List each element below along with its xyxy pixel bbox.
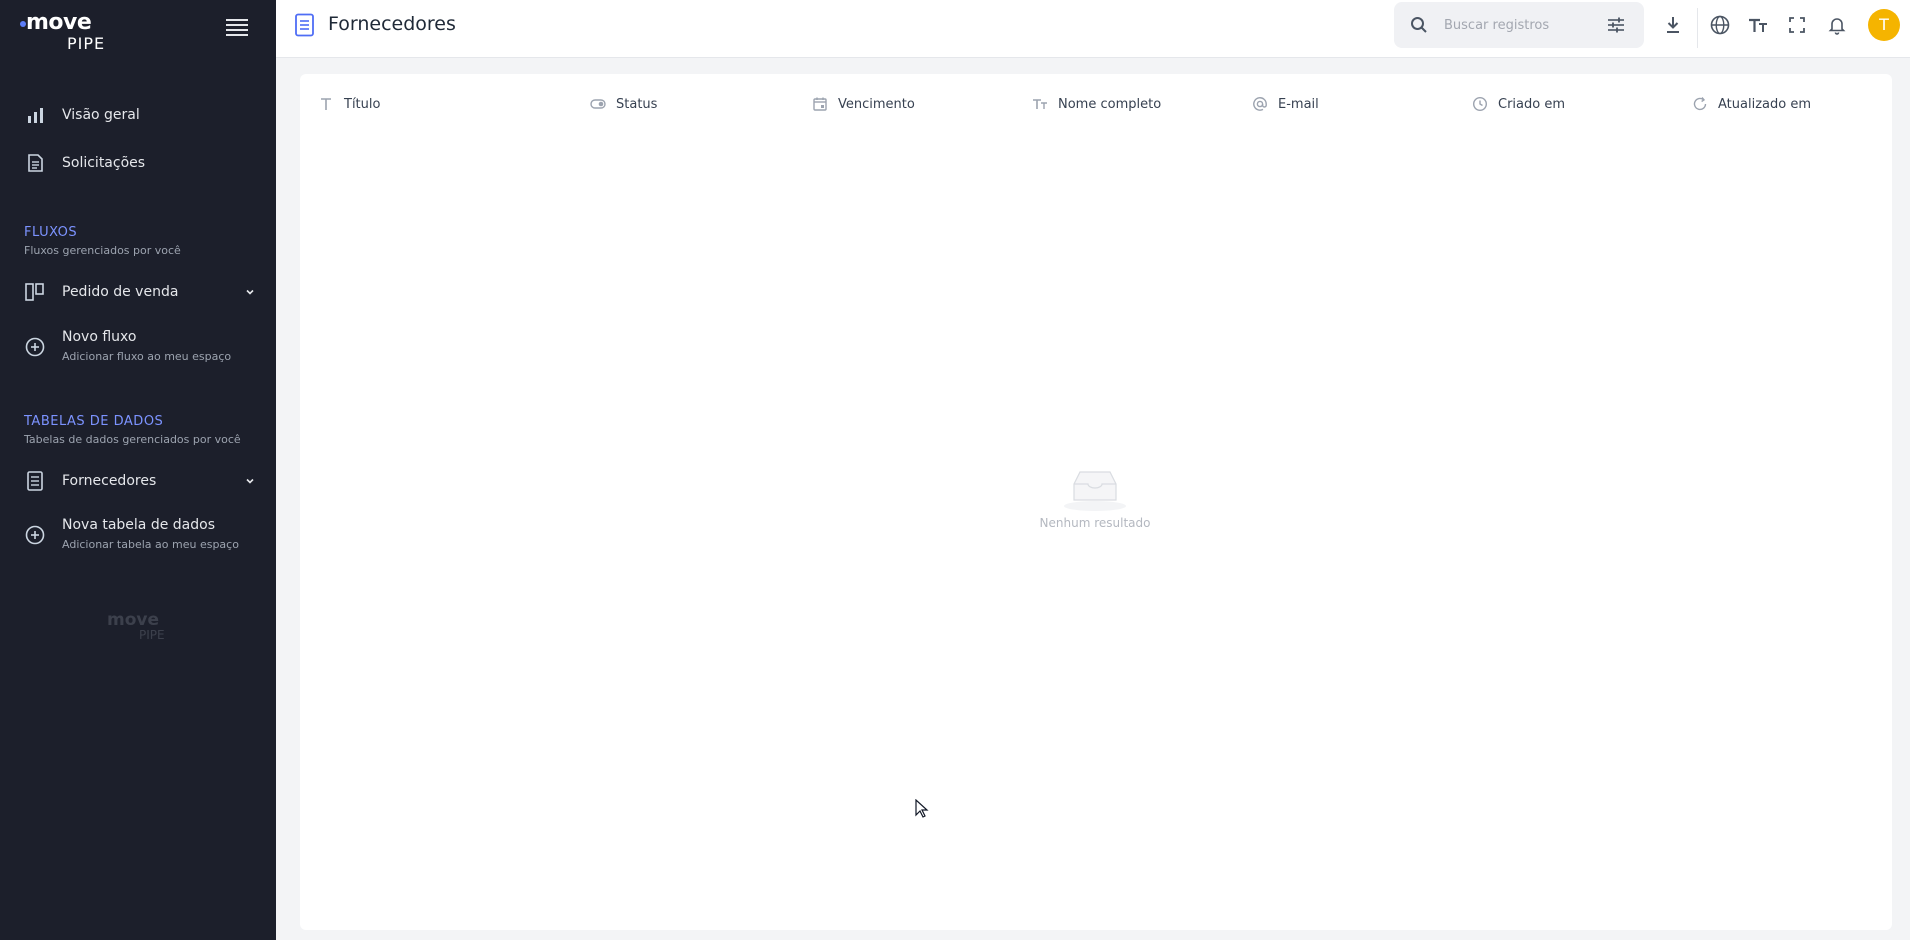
- column-label: E-mail: [1278, 96, 1319, 112]
- column-label: Status: [616, 96, 658, 112]
- page-title: Fornecedores: [328, 13, 456, 35]
- sidebar-item-sublabel: Adicionar tabela ao meu espaço: [62, 538, 239, 551]
- add-circle-icon: [25, 525, 45, 545]
- sidebar-item-label: Visão geral: [62, 107, 140, 123]
- sidebar-item-label: Nova tabela de dados: [62, 517, 216, 533]
- bar-chart-icon: [28, 108, 43, 123]
- column-header-titulo[interactable]: Título: [318, 92, 380, 116]
- sidebar-item-label: Novo fluxo: [62, 329, 137, 345]
- kanban-icon: [25, 283, 44, 301]
- refresh-icon: [1693, 97, 1707, 111]
- column-header-nome-completo[interactable]: Nome completo: [1032, 92, 1161, 116]
- brand-logo[interactable]: move PIPE: [20, 10, 110, 53]
- empty-state-text: Nenhum resultado: [1039, 516, 1151, 530]
- sidebar-item-nova-tabela[interactable]: Nova tabela de dados Adicionar tabela ao…: [0, 512, 276, 558]
- sidebar-item-label: Solicitações: [62, 155, 146, 171]
- footer-brand-logo: move PIPE: [103, 610, 173, 642]
- sidebar-item-fornecedores[interactable]: Fornecedores: [0, 459, 276, 503]
- list-document-icon: [27, 471, 43, 491]
- main-content: Fornecedores Buscar registros T Título S…: [276, 0, 1910, 940]
- column-label: Nome completo: [1058, 96, 1162, 112]
- column-label: Vencimento: [838, 96, 915, 112]
- menu-toggle-button[interactable]: [226, 19, 248, 39]
- column-header-vencimento[interactable]: Vencimento: [812, 92, 915, 116]
- sidebar-item-novo-fluxo[interactable]: Novo fluxo Adicionar fluxo ao meu espaço: [0, 324, 276, 370]
- add-circle-icon: [25, 337, 45, 357]
- at-icon: [1253, 97, 1267, 111]
- column-label: Criado em: [1498, 96, 1565, 112]
- sidebar-item-visao-geral[interactable]: Visão geral: [0, 93, 276, 137]
- section-title-fluxos: FLUXOS: [24, 225, 78, 240]
- column-header-status[interactable]: Status: [590, 92, 657, 116]
- column-header-criado-em[interactable]: Criado em: [1472, 92, 1565, 116]
- search-icon: [1411, 17, 1427, 33]
- logo-text-move: move: [26, 10, 92, 35]
- footer-logo-text-move: move: [107, 610, 160, 630]
- toolbar-divider: [1697, 8, 1698, 48]
- empty-inbox-icon: [1064, 471, 1126, 511]
- records-table: Título Status Vencimento Nome completo E…: [300, 74, 1892, 930]
- bell-icon[interactable]: [1826, 14, 1848, 36]
- sidebar-item-label: Pedido de venda: [62, 284, 179, 300]
- sidebar-item-label: Fornecedores: [62, 473, 157, 489]
- text-size-icon: [1033, 99, 1047, 109]
- download-icon[interactable]: [1662, 14, 1684, 36]
- sidebar-item-pedido-de-venda[interactable]: Pedido de venda: [0, 270, 276, 314]
- column-label: Título: [344, 96, 381, 112]
- sidebar: move PIPE Visão geral Solicitações FLUXO…: [0, 0, 276, 940]
- column-label: Atualizado em: [1718, 96, 1811, 112]
- section-title-tabelas: TABELAS DE DADOS: [24, 414, 164, 429]
- globe-icon[interactable]: [1709, 14, 1731, 36]
- logo-text-pipe: PIPE: [67, 34, 106, 53]
- calendar-icon: [813, 97, 827, 111]
- user-avatar[interactable]: T: [1868, 9, 1900, 41]
- toggle-icon: [590, 99, 606, 109]
- text-icon: [321, 98, 331, 110]
- footer-logo-text-pipe: PIPE: [139, 628, 165, 642]
- clock-icon: [1472, 96, 1488, 112]
- chevron-down-icon[interactable]: [244, 475, 256, 487]
- chevron-down-icon[interactable]: [244, 286, 256, 298]
- search-input[interactable]: [1444, 14, 1594, 36]
- sidebar-item-solicitacoes[interactable]: Solicitações: [0, 141, 276, 185]
- text-size-icon[interactable]: [1747, 14, 1769, 36]
- filter-sliders-icon[interactable]: [1606, 16, 1626, 34]
- document-icon: [28, 154, 43, 172]
- empty-state: Nenhum resultado: [1020, 466, 1170, 530]
- column-header-atualizado-em[interactable]: Atualizado em: [1692, 92, 1811, 116]
- section-subtitle-tabelas: Tabelas de dados gerenciados por você: [24, 433, 241, 446]
- column-header-email[interactable]: E-mail: [1252, 92, 1319, 116]
- mouse-cursor-icon: [915, 799, 929, 818]
- sidebar-item-sublabel: Adicionar fluxo ao meu espaço: [62, 350, 232, 363]
- top-bar: Fornecedores Buscar registros T: [276, 0, 1910, 58]
- section-subtitle-fluxos: Fluxos gerenciados por você: [24, 244, 181, 257]
- fullscreen-icon[interactable]: [1786, 14, 1808, 36]
- search-box[interactable]: [1394, 2, 1644, 48]
- list-document-icon: [295, 13, 314, 37]
